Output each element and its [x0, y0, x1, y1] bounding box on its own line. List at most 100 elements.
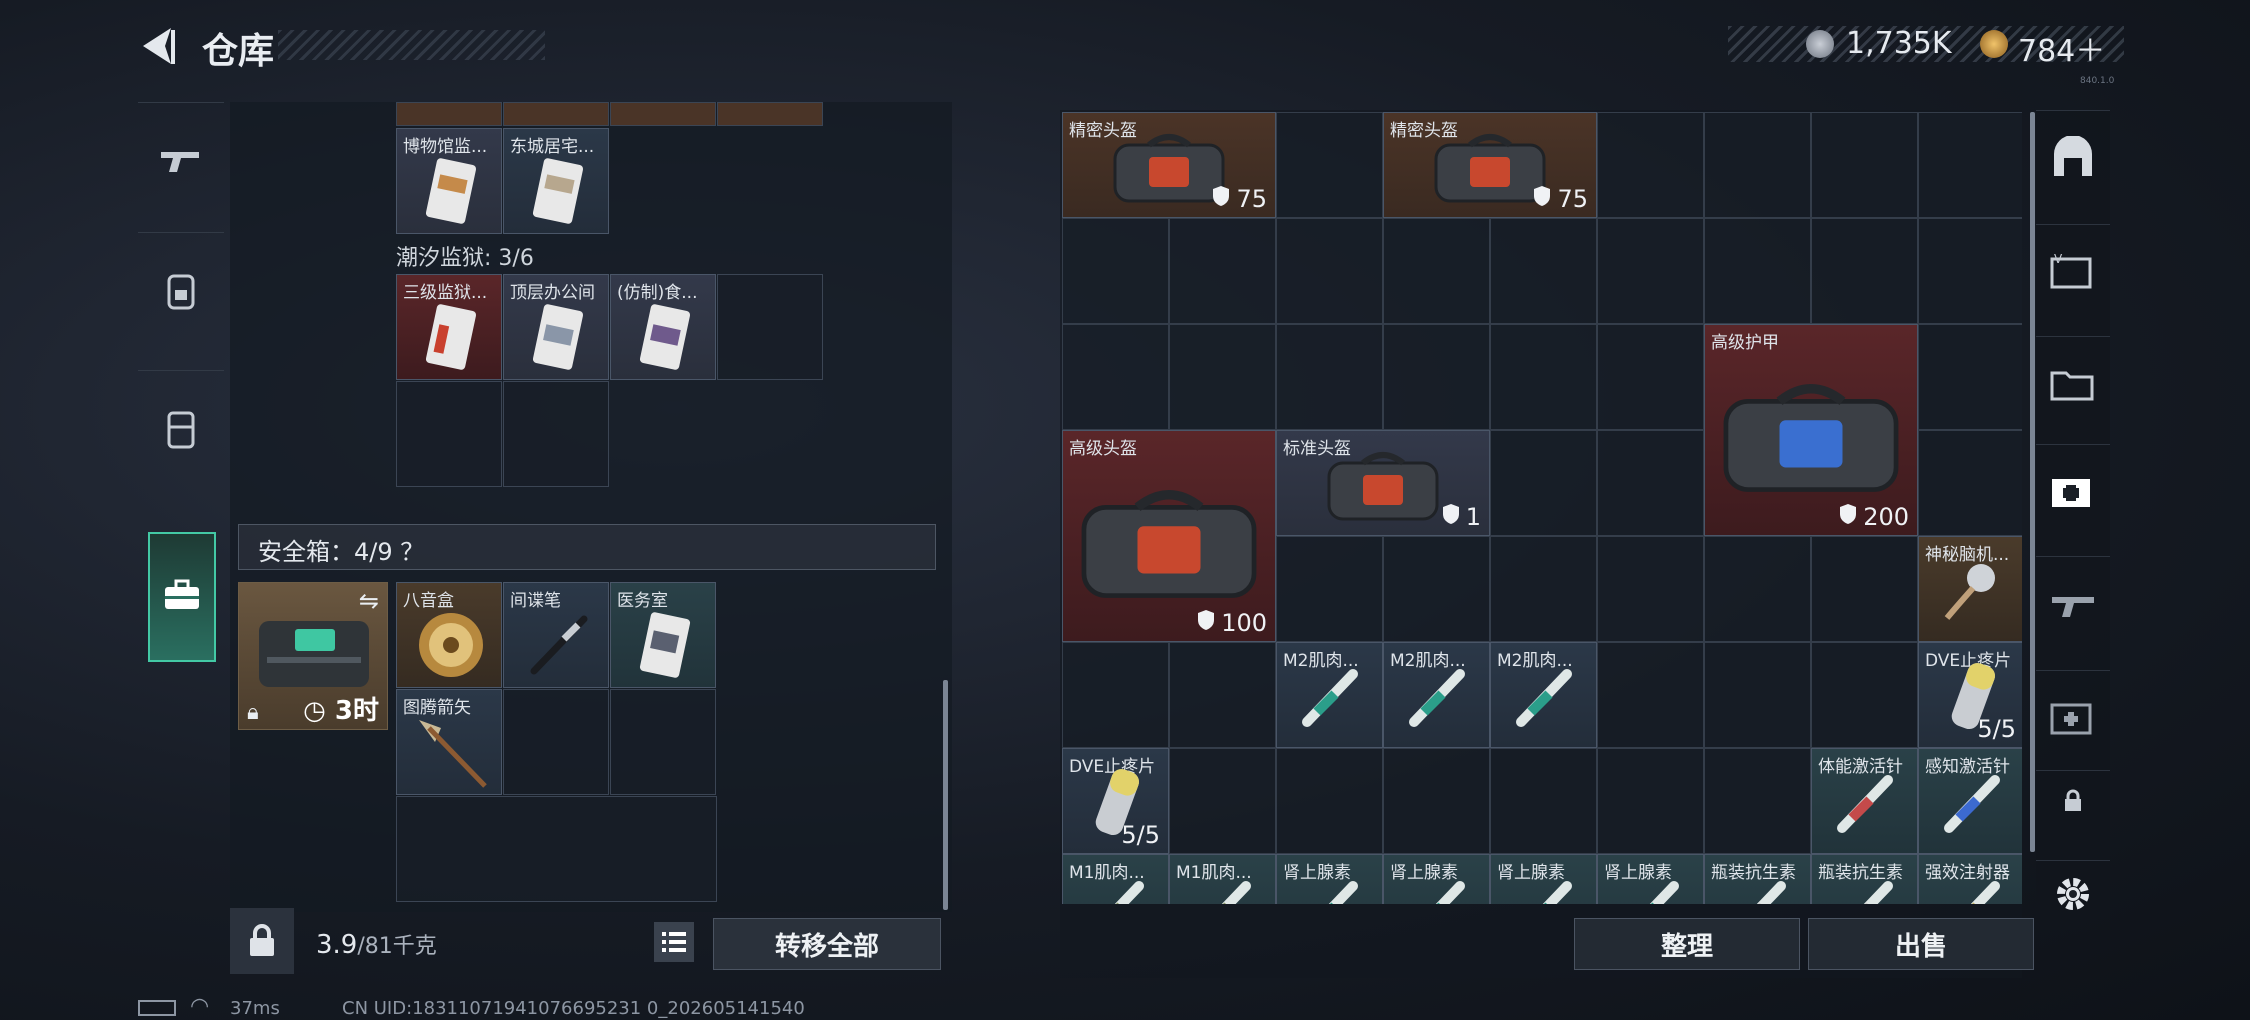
grid-cell[interactable]: [1811, 536, 1918, 642]
safe-box-tab[interactable]: [148, 532, 216, 662]
grid-cell[interactable]: [1918, 324, 2022, 430]
grid-cell[interactable]: [1276, 324, 1383, 430]
grid-cell[interactable]: [1918, 430, 2022, 536]
stash-item[interactable]: 肾上腺素: [1490, 854, 1597, 904]
swap-icon[interactable]: ⇋: [359, 587, 379, 615]
stash-item[interactable]: 精密头盔 75: [1383, 112, 1597, 218]
grid-cell[interactable]: [1597, 748, 1704, 854]
stash-item[interactable]: M1肌肉...: [1062, 854, 1169, 904]
grid-cell[interactable]: [610, 689, 716, 795]
spy-pen-item[interactable]: 间谍笔: [503, 582, 609, 688]
grid-cell[interactable]: [1704, 536, 1811, 642]
grid-cell[interactable]: [1276, 112, 1383, 218]
grid-cell[interactable]: [1704, 112, 1811, 218]
grid-cell[interactable]: [1062, 642, 1169, 748]
keycard-item[interactable]: 博物馆监...: [396, 128, 502, 234]
list-view-button[interactable]: [654, 922, 694, 962]
stash-item[interactable]: 精密头盔 75: [1062, 112, 1276, 218]
card-tab[interactable]: V: [2036, 224, 2110, 320]
stash-item[interactable]: 瓶装抗生素: [1704, 854, 1811, 904]
stash-item[interactable]: 强效注射器: [1918, 854, 2022, 904]
grid-cell[interactable]: [1490, 748, 1597, 854]
grid-cell[interactable]: [1597, 430, 1704, 536]
grid-cell[interactable]: [1597, 536, 1704, 642]
grid-cell[interactable]: [503, 102, 609, 126]
vest-tab[interactable]: [138, 370, 224, 490]
stash-item[interactable]: M2肌肉...: [1383, 642, 1490, 748]
grid-cell[interactable]: [503, 689, 609, 795]
shelter-tab[interactable]: [2036, 110, 2110, 206]
grid-cell[interactable]: [1276, 218, 1383, 324]
grid-cell[interactable]: [1169, 642, 1276, 748]
grid-cell[interactable]: [1811, 218, 1918, 324]
grid-cell[interactable]: [1490, 536, 1597, 642]
backpack-tab[interactable]: [138, 232, 224, 352]
grid-cell[interactable]: [396, 796, 717, 902]
keycard-item[interactable]: 医务室: [610, 582, 716, 688]
grid-cell[interactable]: [1383, 536, 1490, 642]
keycard-item[interactable]: 东城居宅...: [503, 128, 609, 234]
sell-button[interactable]: 出售: [1808, 918, 2034, 970]
gold-amount[interactable]: 784＋: [2018, 26, 2105, 70]
grid-cell[interactable]: [1918, 112, 2022, 218]
grid-cell[interactable]: [1062, 324, 1169, 430]
grid-cell[interactable]: [1169, 748, 1276, 854]
back-button[interactable]: [135, 22, 185, 72]
grid-cell[interactable]: [1169, 324, 1276, 430]
grid-cell[interactable]: [1918, 218, 2022, 324]
lock-button[interactable]: [230, 908, 294, 974]
stash-item[interactable]: M2肌肉...: [1490, 642, 1597, 748]
grid-cell[interactable]: [1383, 324, 1490, 430]
storage-scrollbar[interactable]: [943, 680, 948, 910]
stash-item[interactable]: 标准头盔 1: [1276, 430, 1490, 536]
grid-cell[interactable]: [1597, 642, 1704, 748]
stash-item[interactable]: 体能激活针: [1811, 748, 1918, 854]
grid-cell[interactable]: [1811, 112, 1918, 218]
stash-item[interactable]: 神秘脑机...: [1918, 536, 2022, 642]
medkit-ii-tab[interactable]: [2036, 670, 2110, 766]
grid-cell[interactable]: [717, 102, 823, 126]
safe-box-container[interactable]: ⇋ 🔒︎ ◷ 3时: [238, 582, 388, 730]
grid-cell[interactable]: [1490, 324, 1597, 430]
grid-cell[interactable]: [503, 381, 609, 487]
stash-item[interactable]: DVE止疼片 5/5: [1918, 642, 2022, 748]
stash-item[interactable]: 感知激活针: [1918, 748, 2022, 854]
tidy-button[interactable]: 整理: [1574, 918, 1800, 970]
grid-cell[interactable]: [396, 102, 502, 126]
grid-cell[interactable]: [610, 102, 716, 126]
grid-cell[interactable]: [1169, 218, 1276, 324]
grid-cell[interactable]: [1597, 218, 1704, 324]
stash-item[interactable]: M1肌肉...: [1169, 854, 1276, 904]
grid-cell[interactable]: [1704, 748, 1811, 854]
transfer-all-button[interactable]: 转移全部: [713, 918, 941, 970]
medkit-tab[interactable]: [2036, 444, 2110, 540]
totem-arrow-item[interactable]: 图腾箭矢: [396, 689, 502, 795]
keycard-item[interactable]: (仿制)食...: [610, 274, 716, 380]
grid-cell[interactable]: [1276, 748, 1383, 854]
grid-cell[interactable]: [1490, 218, 1597, 324]
stash-item[interactable]: M2肌肉...: [1276, 642, 1383, 748]
safe-box-capacity[interactable]: 安全箱：4/9 ？: [258, 532, 424, 567]
grid-cell[interactable]: [1597, 112, 1704, 218]
grid-cell[interactable]: [1062, 218, 1169, 324]
grid-cell[interactable]: [1704, 218, 1811, 324]
keycard-item[interactable]: 顶层办公间: [503, 274, 609, 380]
stash-scrollbar[interactable]: [2030, 112, 2035, 852]
settings-button[interactable]: [2036, 860, 2110, 930]
keycard-item[interactable]: 三级监狱...: [396, 274, 502, 380]
grid-cell[interactable]: [717, 274, 823, 380]
stash-item[interactable]: 瓶装抗生素: [1811, 854, 1918, 904]
folder-tab[interactable]: [2036, 336, 2110, 432]
grid-cell[interactable]: [1276, 536, 1383, 642]
weapon-tab[interactable]: [138, 102, 224, 222]
grid-cell[interactable]: [396, 381, 502, 487]
grid-cell[interactable]: [1597, 324, 1704, 430]
stash-item[interactable]: 高级头盔 100: [1062, 430, 1276, 642]
stash-item[interactable]: 肾上腺素: [1597, 854, 1704, 904]
grid-cell[interactable]: [1383, 218, 1490, 324]
stash-item[interactable]: 高级护甲 200: [1704, 324, 1918, 536]
stash-item[interactable]: 肾上腺素: [1383, 854, 1490, 904]
grid-cell[interactable]: [1490, 430, 1597, 536]
stash-item[interactable]: DVE止疼片 5/5: [1062, 748, 1169, 854]
stash-item[interactable]: 肾上腺素: [1276, 854, 1383, 904]
